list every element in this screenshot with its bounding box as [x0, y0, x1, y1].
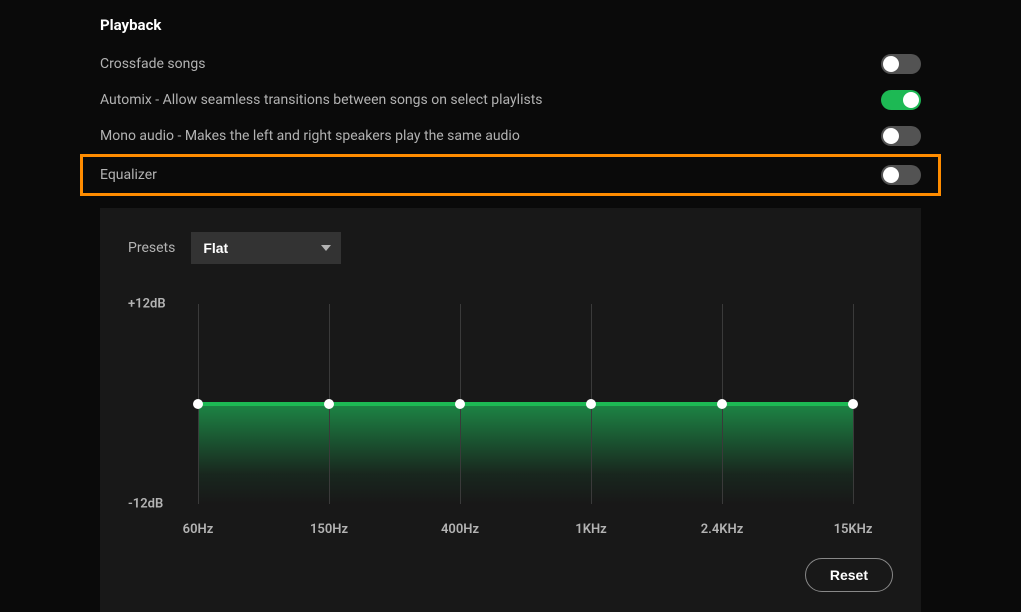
presets-row: Presets Flat	[128, 232, 893, 264]
setting-label-crossfade: Crossfade songs	[100, 56, 205, 72]
eq-curve	[198, 402, 853, 406]
setting-label-mono: Mono audio - Makes the left and right sp…	[100, 128, 520, 144]
eq-graph: +12dB -12dB	[198, 304, 853, 504]
eq-fill	[198, 404, 853, 504]
presets-label: Presets	[128, 240, 175, 256]
x-label: 15KHz	[834, 522, 873, 537]
toggle-equalizer[interactable]	[881, 165, 921, 185]
y-label-bottom: -12dB	[128, 497, 163, 512]
toggle-automix[interactable]	[881, 90, 921, 110]
highlight-equalizer: Equalizer	[80, 154, 941, 196]
eq-band-handle[interactable]	[193, 399, 203, 409]
reset-button[interactable]: Reset	[805, 558, 893, 592]
x-label: 60Hz	[183, 522, 214, 537]
section-title-playback: Playback	[100, 16, 921, 34]
setting-row-mono: Mono audio - Makes the left and right sp…	[100, 118, 921, 154]
setting-row-crossfade: Crossfade songs	[100, 46, 921, 82]
eq-band-handle[interactable]	[717, 399, 727, 409]
x-label: 150Hz	[310, 522, 348, 537]
eq-graph-wrap: +12dB -12dB 60Hz 150Hz 400Hz 1KHz 2.4KHz 15KH…	[128, 304, 893, 542]
equalizer-panel: Presets Flat +12dB -12dB 60Hz 150Hz 400Hz 1…	[100, 208, 921, 612]
setting-row-equalizer: Equalizer	[100, 161, 921, 189]
x-labels: 60Hz150Hz400Hz1KHz2.4KHz15KHz	[198, 522, 853, 542]
toggle-crossfade[interactable]	[881, 54, 921, 74]
toggle-mono[interactable]	[881, 126, 921, 146]
y-label-top: +12dB	[128, 297, 166, 312]
eq-band-handle[interactable]	[324, 399, 334, 409]
eq-band-handle[interactable]	[586, 399, 596, 409]
setting-row-automix: Automix - Allow seamless transitions bet…	[100, 82, 921, 118]
setting-label-equalizer: Equalizer	[100, 167, 157, 183]
setting-label-automix: Automix - Allow seamless transitions bet…	[100, 92, 543, 108]
x-label: 2.4KHz	[701, 522, 744, 537]
eq-band-handle[interactable]	[848, 399, 858, 409]
x-label: 1KHz	[575, 522, 606, 537]
x-label: 400Hz	[441, 522, 479, 537]
eq-band-handle[interactable]	[455, 399, 465, 409]
presets-select[interactable]: Flat	[191, 232, 341, 264]
